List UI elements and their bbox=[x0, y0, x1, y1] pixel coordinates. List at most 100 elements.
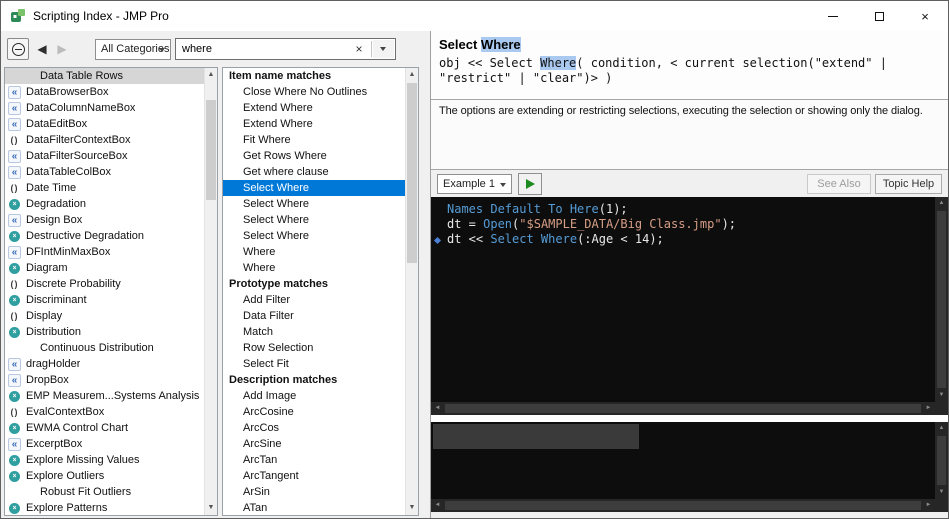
category-item[interactable]: × Discriminant bbox=[5, 292, 204, 308]
results-item[interactable]: Match bbox=[223, 324, 405, 340]
category-item[interactable]: () Discrete Probability bbox=[5, 276, 204, 292]
pane-splitter[interactable] bbox=[431, 415, 948, 422]
results-scrollbar[interactable]: ▲ ▼ bbox=[405, 68, 418, 515]
category-item[interactable]: × Explore Missing Values bbox=[5, 452, 204, 468]
scroll-right-icon[interactable]: ► bbox=[922, 499, 935, 512]
category-item[interactable]: () Display bbox=[5, 308, 204, 324]
category-item[interactable]: « DataFilterSourceBox bbox=[5, 148, 204, 164]
category-item[interactable]: Continuous Distribution bbox=[5, 340, 204, 356]
output-vertical-scrollbar[interactable]: ▲ ▼ bbox=[935, 422, 948, 499]
category-scrollbar[interactable]: ▲ ▼ bbox=[204, 68, 217, 515]
maximize-button[interactable] bbox=[856, 1, 902, 31]
category-dropdown[interactable]: All Categories bbox=[95, 39, 171, 60]
results-item[interactable]: Add Filter bbox=[223, 292, 405, 308]
category-item[interactable]: « DFIntMinMaxBox bbox=[5, 244, 204, 260]
scroll-down-icon[interactable]: ▼ bbox=[205, 501, 217, 515]
topic-help-button[interactable]: Topic Help bbox=[875, 174, 942, 194]
category-item[interactable]: × Diagram bbox=[5, 260, 204, 276]
code-horizontal-scrollbar[interactable]: ◄ ► bbox=[431, 402, 935, 415]
category-item[interactable]: « ExcerptBox bbox=[5, 436, 204, 452]
category-item[interactable]: () Date Time bbox=[5, 180, 204, 196]
scroll-left-icon[interactable]: ◄ bbox=[431, 499, 444, 512]
results-item[interactable]: ArSin bbox=[223, 484, 405, 500]
results-item[interactable]: ArcSine bbox=[223, 436, 405, 452]
scroll-up-icon[interactable]: ▲ bbox=[935, 197, 948, 210]
results-item[interactable]: Data Filter bbox=[223, 308, 405, 324]
results-item[interactable]: Where bbox=[223, 260, 405, 276]
results-item[interactable]: Fit Where bbox=[223, 132, 405, 148]
results-item[interactable]: ArcTangent bbox=[223, 468, 405, 484]
category-item[interactable]: « DataBrowserBox bbox=[5, 84, 204, 100]
results-item[interactable]: Select Where bbox=[223, 180, 405, 196]
results-item[interactable]: Get Rows Where bbox=[223, 148, 405, 164]
minimize-button[interactable] bbox=[810, 1, 856, 31]
results-item[interactable]: ATan bbox=[223, 500, 405, 515]
results-item[interactable]: Get where clause bbox=[223, 164, 405, 180]
results-item[interactable]: Row Selection bbox=[223, 340, 405, 356]
titlebar[interactable]: Scripting Index - JMP Pro × bbox=[1, 1, 948, 31]
code-vertical-scrollbar[interactable]: ▲ ▼ bbox=[935, 197, 948, 402]
results-item[interactable]: Extend Where bbox=[223, 116, 405, 132]
category-item[interactable]: () DataFilterContextBox bbox=[5, 132, 204, 148]
category-item[interactable]: × Distribution bbox=[5, 324, 204, 340]
category-item[interactable]: « DataTableColBox bbox=[5, 164, 204, 180]
results-item[interactable]: Close Where No Outlines bbox=[223, 84, 405, 100]
category-item[interactable]: × Degradation bbox=[5, 196, 204, 212]
results-item[interactable]: Select Where bbox=[223, 196, 405, 212]
run-script-button[interactable] bbox=[518, 173, 542, 195]
category-item[interactable]: Data Table Rows bbox=[5, 68, 204, 84]
scrollbar-thumb[interactable] bbox=[937, 436, 946, 485]
example-dropdown[interactable]: Example 1 bbox=[437, 174, 512, 194]
scrollbar-thumb[interactable] bbox=[206, 100, 216, 200]
search-history-dropdown-icon[interactable] bbox=[373, 40, 394, 58]
category-item[interactable]: × EMP Measurem...Systems Analysis bbox=[5, 388, 204, 404]
results-item[interactable]: ArcCos bbox=[223, 420, 405, 436]
results-list[interactable]: Item name matches Close Where No Outlines… bbox=[223, 68, 405, 515]
category-item[interactable]: « DataColumnNameBox bbox=[5, 100, 204, 116]
scroll-down-icon[interactable]: ▼ bbox=[935, 389, 948, 402]
category-list[interactable]: Data Table Rows « DataBrowserBox « DataColum… bbox=[5, 68, 204, 515]
scroll-down-icon[interactable]: ▼ bbox=[935, 486, 948, 499]
function-icon: () bbox=[10, 182, 19, 193]
clear-search-icon[interactable]: × bbox=[351, 39, 367, 59]
close-button[interactable]: × bbox=[902, 1, 948, 31]
output-pane[interactable]: ▲ ▼ ◄ ► bbox=[431, 422, 948, 512]
category-item[interactable]: × Destructive Degradation bbox=[5, 228, 204, 244]
scroll-up-icon[interactable]: ▲ bbox=[205, 68, 217, 82]
category-item[interactable]: « DataEditBox bbox=[5, 116, 204, 132]
category-item[interactable]: Robust Fit Outliers bbox=[5, 484, 204, 500]
function-icon: () bbox=[10, 406, 19, 417]
results-item[interactable]: Add Image bbox=[223, 388, 405, 404]
scrollbar-thumb[interactable] bbox=[407, 83, 417, 263]
scroll-left-icon[interactable]: ◄ bbox=[431, 402, 444, 415]
results-item[interactable]: Extend Where bbox=[223, 100, 405, 116]
category-item[interactable]: « Design Box bbox=[5, 212, 204, 228]
search-box[interactable]: where × bbox=[175, 38, 396, 60]
results-item[interactable]: Where bbox=[223, 244, 405, 260]
category-item[interactable]: × Explore Outliers bbox=[5, 468, 204, 484]
scrollbar-thumb[interactable] bbox=[937, 211, 946, 388]
category-item[interactable]: « DropBox bbox=[5, 372, 204, 388]
scroll-right-icon[interactable]: ► bbox=[922, 402, 935, 415]
scrollbar-thumb[interactable] bbox=[445, 501, 921, 510]
execution-marker-icon bbox=[431, 232, 447, 247]
scrollbar-thumb[interactable] bbox=[445, 404, 921, 413]
search-input[interactable]: where bbox=[182, 39, 212, 59]
code-editor[interactable]: Names Default To Here(1); dt = Open("$SAM… bbox=[431, 197, 935, 402]
category-item[interactable]: « dragHolder bbox=[5, 356, 204, 372]
collapse-panel-button[interactable] bbox=[7, 38, 29, 60]
results-item[interactable]: ArcCosine bbox=[223, 404, 405, 420]
results-item[interactable]: Select Fit bbox=[223, 356, 405, 372]
category-item[interactable]: × EWMA Control Chart bbox=[5, 420, 204, 436]
scroll-up-icon[interactable]: ▲ bbox=[935, 422, 948, 435]
category-item[interactable]: () EvalContextBox bbox=[5, 404, 204, 420]
back-button[interactable]: ◀ bbox=[33, 40, 51, 58]
results-item[interactable]: Select Where bbox=[223, 228, 405, 244]
results-item[interactable]: Select Where bbox=[223, 212, 405, 228]
scroll-up-icon[interactable]: ▲ bbox=[406, 68, 418, 82]
category-item[interactable]: × Explore Patterns bbox=[5, 500, 204, 515]
results-item[interactable]: ArcTan bbox=[223, 452, 405, 468]
output-horizontal-scrollbar[interactable]: ◄ ► bbox=[431, 499, 935, 512]
scroll-down-icon[interactable]: ▼ bbox=[406, 501, 418, 515]
category-item-label: Continuous Distribution bbox=[40, 342, 154, 354]
